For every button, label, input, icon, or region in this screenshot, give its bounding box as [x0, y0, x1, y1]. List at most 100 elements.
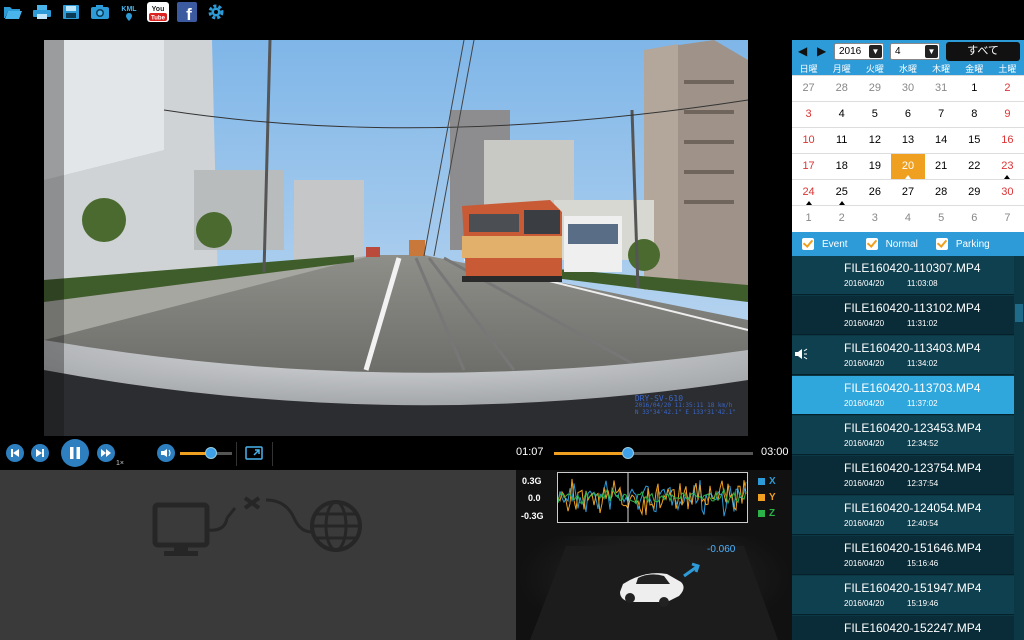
calendar-day[interactable]: 22: [958, 154, 991, 179]
calendar-day-number: 1: [805, 212, 812, 224]
calendar-day[interactable]: 27: [891, 180, 924, 205]
month-select[interactable]: 4 ▼: [890, 43, 940, 60]
year-select[interactable]: 2016 ▼: [834, 43, 884, 60]
show-all-button[interactable]: すべて: [946, 42, 1020, 61]
calendar-day[interactable]: 24: [792, 180, 825, 205]
calendar-day[interactable]: 29: [958, 180, 991, 205]
fast-forward-icon: [101, 449, 111, 457]
volume-knob[interactable]: [205, 447, 218, 459]
file-list-item[interactable]: FILE160420-113102.MP4 2016/04/20 11:31:02: [792, 296, 1014, 335]
calendar-day[interactable]: 5: [925, 206, 958, 231]
calendar-day[interactable]: 16: [991, 128, 1024, 153]
calendar-day[interactable]: 30: [991, 180, 1024, 205]
calendar-day[interactable]: 1: [792, 206, 825, 231]
calendar-week-row: 3 4 5 6 7 8 9: [792, 101, 1024, 127]
chevron-down-icon: ▼: [925, 45, 938, 58]
filter-label: Event: [822, 238, 848, 250]
calendar-header: ◀ ▶ 2016 ▼ 4 ▼ すべて: [792, 40, 1024, 63]
filter-event[interactable]: Event: [792, 238, 848, 250]
calendar-day[interactable]: 6: [958, 206, 991, 231]
calendar-day-number: 21: [935, 160, 948, 172]
scrollbar[interactable]: [1014, 256, 1024, 640]
folder-open-icon[interactable]: [0, 1, 26, 23]
calendar-day[interactable]: 9: [991, 102, 1024, 127]
file-list-item[interactable]: FILE160420-124054.MP4 2016/04/20 12:40:54: [792, 496, 1014, 535]
calendar-day-number: 1: [971, 82, 978, 94]
next-month-icon[interactable]: ▶: [817, 44, 826, 58]
file-date: 2016/04/20: [844, 599, 885, 608]
seek-bar[interactable]: [554, 452, 753, 455]
calendar-day[interactable]: 7: [925, 102, 958, 127]
file-list-item[interactable]: FILE160420-110307.MP4 2016/04/20 11:03:08: [792, 256, 1014, 295]
calendar-day[interactable]: 29: [858, 76, 891, 101]
calendar-day[interactable]: 26: [858, 180, 891, 205]
camera-icon[interactable]: [87, 1, 113, 23]
file-list-item[interactable]: FILE160420-123754.MP4 2016/04/20 12:37:54: [792, 456, 1014, 495]
filter-parking[interactable]: Parking: [926, 238, 990, 250]
calendar-day[interactable]: 2: [825, 206, 858, 231]
facebook-icon[interactable]: f: [174, 1, 200, 23]
pause-button[interactable]: [61, 439, 89, 467]
calendar-day[interactable]: 28: [825, 76, 858, 101]
youtube-icon[interactable]: You Tube: [145, 1, 171, 23]
checkbox[interactable]: [935, 238, 948, 250]
current-time: 01:07: [516, 446, 544, 458]
save-icon[interactable]: [58, 1, 84, 23]
calendar-day[interactable]: 30: [891, 76, 924, 101]
skip-next-button[interactable]: [31, 444, 49, 462]
calendar-day[interactable]: 6: [891, 102, 924, 127]
calendar-day[interactable]: 13: [891, 128, 924, 153]
calendar-day[interactable]: 10: [792, 128, 825, 153]
seek-knob[interactable]: [622, 447, 635, 459]
file-date: 2016/04/20: [844, 319, 885, 328]
scrollbar-thumb[interactable]: [1015, 304, 1023, 322]
volume-button[interactable]: [157, 444, 175, 462]
gear-icon[interactable]: [203, 1, 229, 23]
calendar-day[interactable]: 4: [825, 102, 858, 127]
calendar-day[interactable]: 3: [792, 102, 825, 127]
checkbox[interactable]: [865, 238, 878, 250]
file-list-item[interactable]: FILE160420-151947.MP4 2016/04/20 15:19:46: [792, 576, 1014, 615]
file-list-item[interactable]: FILE160420-113703.MP4 2016/04/20 11:37:02: [792, 376, 1014, 415]
skip-previous-button[interactable]: [6, 444, 24, 462]
file-list-item[interactable]: FILE160420-151646.MP4 2016/04/20 15:16:46: [792, 536, 1014, 575]
calendar-day[interactable]: 4: [891, 206, 924, 231]
total-time: 03:00: [761, 446, 789, 458]
calendar-day[interactable]: 1: [958, 76, 991, 101]
calendar-day[interactable]: 31: [925, 76, 958, 101]
calendar-day-number: 8: [971, 108, 978, 120]
calendar-day[interactable]: 19: [858, 154, 891, 179]
file-list-item[interactable]: FILE160420-113403.MP4 2016/04/20 11:34:02: [792, 336, 1014, 375]
prev-month-icon[interactable]: ◀: [798, 44, 807, 58]
file-list-item[interactable]: FILE160420-123453.MP4 2016/04/20 12:34:52: [792, 416, 1014, 455]
car-icon: [530, 546, 778, 640]
calendar-day[interactable]: 14: [925, 128, 958, 153]
calendar-day[interactable]: 18: [825, 154, 858, 179]
print-icon[interactable]: [29, 1, 55, 23]
calendar-day[interactable]: 27: [792, 76, 825, 101]
fullscreen-button[interactable]: [244, 444, 264, 462]
calendar-day[interactable]: 21: [925, 154, 958, 179]
calendar-day-number: 7: [1004, 212, 1011, 224]
calendar-day[interactable]: 12: [858, 128, 891, 153]
calendar-day[interactable]: 25: [825, 180, 858, 205]
checkbox[interactable]: [802, 238, 814, 250]
calendar-day[interactable]: 20: [891, 154, 925, 179]
kml-icon[interactable]: KML: [116, 1, 142, 23]
calendar-day[interactable]: 3: [858, 206, 891, 231]
calendar-day[interactable]: 15: [958, 128, 991, 153]
file-list-item[interactable]: FILE160420-152247.MP42016/04/20: [792, 616, 1014, 640]
calendar-day[interactable]: 5: [858, 102, 891, 127]
calendar-day-number: 25: [835, 186, 848, 198]
filter-normal[interactable]: Normal: [856, 238, 918, 250]
calendar-day[interactable]: 17: [792, 154, 825, 179]
calendar-day[interactable]: 23: [991, 154, 1024, 179]
calendar-day[interactable]: 28: [925, 180, 958, 205]
weekday-label: 日曜: [799, 64, 818, 74]
calendar-day[interactable]: 11: [825, 128, 858, 153]
calendar-day[interactable]: 7: [991, 206, 1024, 231]
fast-forward-button[interactable]: [97, 444, 115, 462]
video-frame[interactable]: DRY-SV-610 2016/04/20 11:35:11 18 km/h N…: [44, 40, 748, 436]
calendar-day[interactable]: 8: [958, 102, 991, 127]
calendar-day[interactable]: 2: [991, 76, 1024, 101]
